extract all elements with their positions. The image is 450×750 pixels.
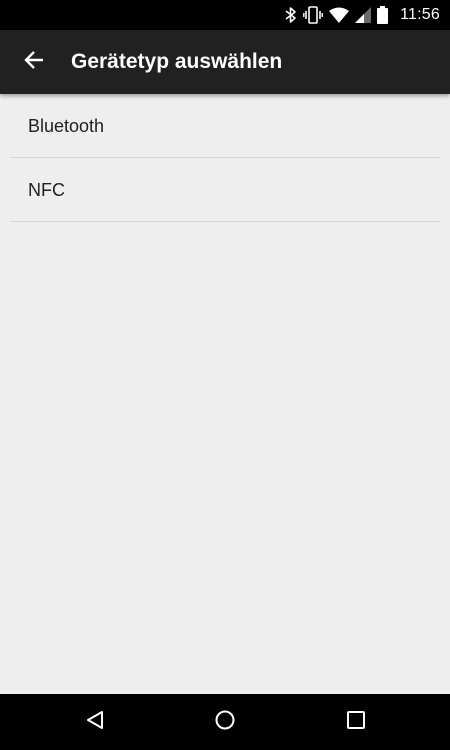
nav-recents-button[interactable] [336, 702, 376, 742]
page-title: Gerätetyp auswählen [71, 50, 283, 73]
arrow-back-icon [23, 49, 45, 76]
list-item-nfc[interactable]: NFC [10, 158, 440, 222]
cell-signal-icon [355, 7, 372, 23]
list-item-bluetooth[interactable]: Bluetooth [10, 94, 440, 158]
device-type-list: Bluetooth NFC [0, 94, 450, 694]
back-triangle-icon [84, 709, 106, 736]
list-item-label: Bluetooth [28, 116, 105, 136]
navigation-bar [0, 694, 450, 750]
status-time: 11:56 [400, 6, 440, 23]
wifi-icon [329, 7, 350, 23]
nav-back-button[interactable] [75, 702, 115, 742]
status-icons: 11:56 [285, 0, 440, 30]
list-item-label: NFC [28, 180, 65, 200]
home-circle-icon [214, 709, 236, 736]
app-bar: Gerätetyp auswählen [0, 30, 450, 94]
status-bar: 11:56 [0, 0, 450, 30]
vibrate-icon [303, 6, 324, 24]
bluetooth-icon [285, 6, 297, 24]
recents-square-icon [345, 709, 367, 736]
back-button[interactable] [10, 38, 58, 86]
nav-home-button[interactable] [205, 702, 245, 742]
battery-icon [377, 6, 389, 24]
